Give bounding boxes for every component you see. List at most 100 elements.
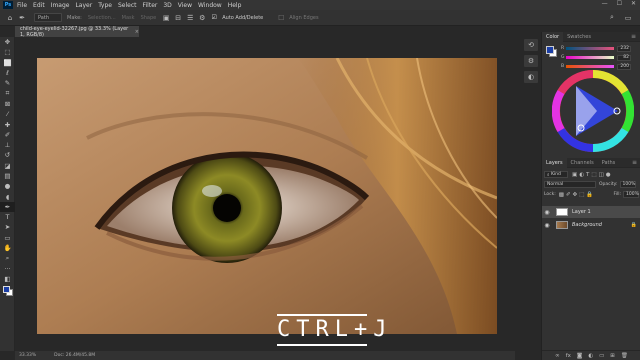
foreground-color-swatch[interactable]	[3, 286, 10, 293]
marquee-tool[interactable]: ⬜	[0, 58, 15, 68]
move-tool[interactable]: ✥	[0, 37, 15, 47]
opacity-input[interactable]: 100%	[619, 181, 636, 188]
tab-paths[interactable]: Paths	[598, 158, 620, 168]
opacity-label: Opacity:	[599, 182, 618, 187]
history-brush-tool[interactable]: ↺	[0, 150, 15, 160]
menu-type[interactable]: Type	[98, 2, 112, 9]
artboard-tool[interactable]: ⬚	[0, 47, 15, 57]
settings-gear-icon[interactable]: ⚙	[198, 14, 206, 22]
path-select-tool[interactable]: ➤	[0, 222, 15, 232]
properties-panel-icon[interactable]: ⚙	[524, 55, 538, 67]
document-image[interactable]	[37, 58, 497, 334]
eraser-tool[interactable]: ◪	[0, 161, 15, 171]
path-alignment-icon[interactable]: ⊟	[174, 14, 182, 22]
tab-channels[interactable]: Channels	[567, 158, 598, 168]
lock-icons[interactable]: ▩✐✥⬚🔒	[559, 192, 595, 198]
visibility-eye-icon[interactable]: ◉	[542, 222, 552, 229]
adjustments-panel-icon[interactable]: ◐	[524, 71, 538, 83]
minimize-button[interactable]: —	[602, 0, 608, 7]
green-slider[interactable]: G 82	[561, 54, 635, 61]
make-selection-button[interactable]: Selection...	[88, 15, 116, 21]
gradient-tool[interactable]: ▤	[0, 171, 15, 181]
document-tab[interactable]: child-eye-eyelid-32267.jpg @ 33.3% (Laye…	[15, 26, 139, 38]
layer-name[interactable]: Background	[572, 222, 602, 228]
make-label: Make:	[67, 14, 82, 21]
tab-color[interactable]: Color	[542, 31, 564, 42]
fx-icon[interactable]: fx	[566, 353, 571, 359]
close-window-button[interactable]: ✕	[631, 0, 636, 7]
link-icon[interactable]: ∞	[555, 353, 560, 359]
home-icon[interactable]: ⌂	[6, 14, 14, 22]
lock-icon: 🔒	[630, 222, 637, 228]
blur-tool[interactable]: ●	[0, 181, 15, 191]
canvas-area[interactable]: CTRL+J	[15, 37, 515, 351]
frame-tool[interactable]: ⊠	[0, 99, 15, 109]
quick-select-tool[interactable]: ✎	[0, 78, 15, 88]
visibility-eye-icon[interactable]: ◉	[542, 209, 552, 216]
menu-view[interactable]: View	[178, 2, 192, 9]
pen-icon: ✒	[4, 202, 11, 211]
blue-slider[interactable]: B 200	[561, 63, 635, 70]
zoom-tool[interactable]: ⌕	[0, 253, 15, 263]
search-icon[interactable]: ⌕	[608, 13, 616, 22]
layer-name[interactable]: Layer 1	[572, 209, 591, 215]
color-panel-foreground-swatch[interactable]	[546, 46, 554, 54]
document-tab-bar: child-eye-eyelid-32267.jpg @ 33.3% (Laye…	[15, 26, 515, 38]
layer-row[interactable]: ◉ Background 🔒	[542, 219, 640, 231]
dodge-tool[interactable]: ◖	[0, 191, 15, 201]
group-icon[interactable]: ▭	[599, 353, 604, 359]
rectangle-tool[interactable]: ▭	[0, 233, 15, 243]
menu-filter[interactable]: Filter	[143, 2, 158, 9]
eyedropper-tool[interactable]: ⁄	[0, 109, 15, 119]
menu-layer[interactable]: Layer	[75, 2, 92, 9]
healing-brush-tool[interactable]: ✚	[0, 119, 15, 129]
fill-input[interactable]: 100%	[623, 191, 639, 198]
auto-add-delete-checkbox[interactable]: ☑	[210, 14, 218, 22]
menu-edit[interactable]: Edit	[33, 2, 45, 9]
menu-image[interactable]: Image	[51, 2, 70, 9]
workspace-icon[interactable]: ▭	[624, 14, 632, 22]
history-panel-icon[interactable]: ⟲	[524, 39, 538, 51]
tab-swatches[interactable]: Swatches	[563, 32, 595, 42]
layers-menu-icon[interactable]: ≡	[632, 159, 637, 166]
kind-filter-select[interactable]: ⌕ Kind	[544, 171, 568, 178]
path-arrangement-icon[interactable]: ☰	[186, 14, 194, 22]
path-mode-select[interactable]: Path	[34, 13, 62, 22]
make-shape-button[interactable]: Shape	[141, 15, 157, 21]
pen-tool[interactable]: ✒	[0, 201, 15, 213]
hand-tool[interactable]: ✋	[0, 243, 15, 253]
panel-menu-icon[interactable]: ≡	[631, 33, 636, 40]
document-tab-close-icon[interactable]: ×	[135, 29, 139, 35]
zoom-level[interactable]: 33.33%	[19, 353, 36, 358]
filter-type-icons[interactable]: ▣◐T⬚◫●	[572, 172, 613, 178]
color-wheel[interactable]	[551, 69, 635, 153]
menu-file[interactable]: File	[17, 2, 27, 9]
mask-icon[interactable]: ◙	[577, 353, 582, 359]
make-mask-button[interactable]: Mask	[122, 15, 135, 21]
pen-tool-preset-icon[interactable]: ✒	[18, 14, 26, 22]
type-tool[interactable]: T	[0, 212, 15, 222]
photoshop-logo-icon[interactable]: Ps	[3, 1, 13, 9]
align-edges-checkbox[interactable]: ☐	[277, 14, 285, 22]
more-tools[interactable]: ···	[0, 264, 15, 274]
menu-help[interactable]: Help	[228, 2, 242, 9]
adjustment-icon[interactable]: ◐	[588, 353, 593, 359]
document-size[interactable]: Doc: 26.4M/45.8M	[54, 353, 95, 358]
menu-select[interactable]: Select	[118, 2, 137, 9]
blend-mode-select[interactable]: Normal	[544, 181, 596, 188]
tab-layers[interactable]: Layers	[542, 157, 567, 168]
brush-tool[interactable]: ✐	[0, 130, 15, 140]
menu-window[interactable]: Window	[198, 2, 222, 9]
crop-tool[interactable]: ⌗	[0, 88, 15, 98]
edit-toolbar[interactable]: ◧	[0, 274, 15, 284]
red-slider[interactable]: R 232	[561, 45, 635, 52]
delete-layer-icon[interactable]: 🗑	[621, 353, 628, 359]
panel-icon-column: ⟲ ⚙ ◐	[521, 37, 541, 351]
clone-stamp-tool[interactable]: ⊥	[0, 140, 15, 150]
new-layer-icon[interactable]: ⊞	[610, 353, 615, 359]
maximize-button[interactable]: ☐	[617, 0, 622, 7]
layer-row[interactable]: ◉ Layer 1	[542, 206, 640, 218]
path-operations-icon[interactable]: ▣	[162, 14, 170, 22]
menu-3d[interactable]: 3D	[163, 2, 171, 9]
lasso-tool[interactable]: ℓ	[0, 68, 15, 78]
